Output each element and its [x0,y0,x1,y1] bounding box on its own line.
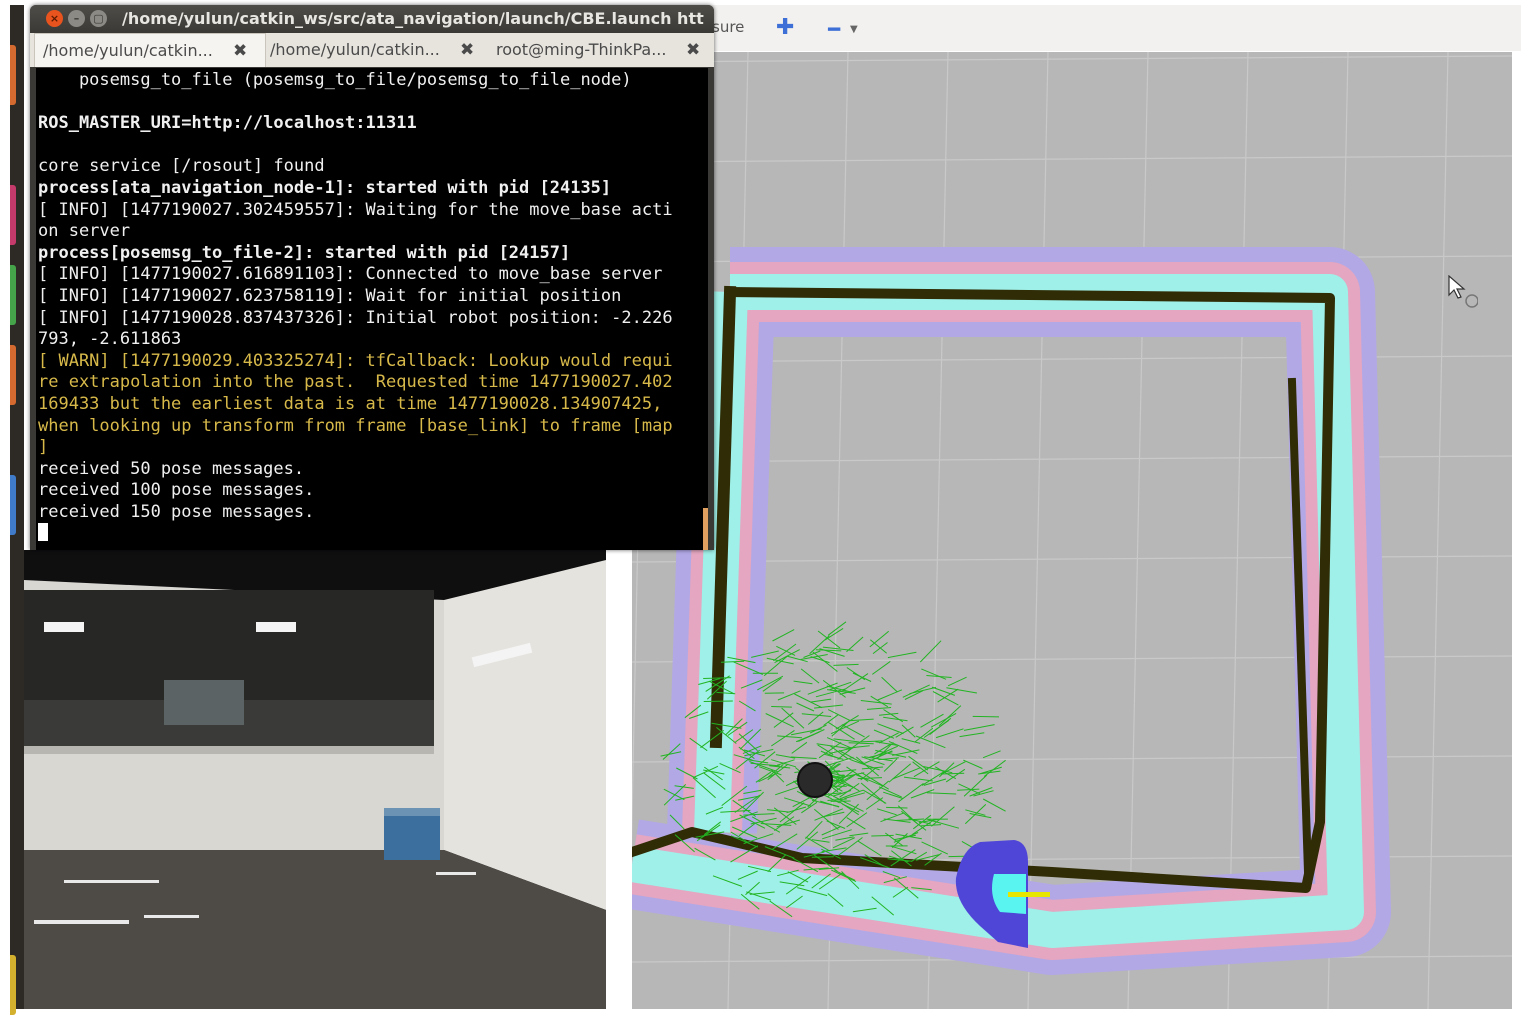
plus-icon[interactable]: ✚ [776,15,794,40]
maximize-window-icon[interactable]: ▢ [90,10,107,27]
terminal-scrollbar[interactable] [703,508,708,550]
terminal-output[interactable]: posemsg_to_file (posemsg_to_file/posemsg… [36,68,708,550]
terminal-window: × – ▢ /home/yulun/catkin_ws/src/ata_navi… [30,5,714,550]
map-viewport[interactable] [632,52,1512,1009]
close-icon[interactable]: ✖ [233,34,247,68]
tab-label: /home/yulun/catkin... [270,40,440,59]
terminal-line: [ WARN] [1477190029.403325274]: tfCallba… [38,351,673,371]
terminal-line: on server [38,221,130,241]
tab-label: root@ming-ThinkPa... [496,40,666,59]
terminal-line: [ INFO] [1477190027.616891103]: Connecte… [38,264,662,284]
rviz-window: sure ✚ ━ ▼ [606,0,1521,1009]
minus-icon[interactable]: ━ [828,17,840,41]
terminal-line: ] [38,437,48,457]
text-cursor [38,523,48,541]
launcher-item[interactable] [10,265,16,325]
tab-label: /home/yulun/catkin... [43,41,213,60]
launcher-item[interactable] [10,45,16,105]
terminal-line: when looking up transform from frame [ba… [38,416,673,436]
launcher-bar [10,5,24,1009]
rviz-toolbar: sure ✚ ━ ▼ [606,5,1521,51]
terminal-titlebar: × – ▢ /home/yulun/catkin_ws/src/ata_navi… [30,5,714,33]
chevron-down-icon[interactable]: ▼ [850,24,858,35]
tab-terminal-1[interactable]: /home/yulun/catkin... ✖ [34,33,266,67]
terminal-line: ROS_MASTER_URI=http://localhost:11311 [38,113,417,133]
launcher-item[interactable] [10,475,16,535]
terminal-title: /home/yulun/catkin_ws/src/ata_navigation… [122,9,704,28]
terminal-line: posemsg_to_file (posemsg_to_file/posemsg… [38,70,632,90]
close-icon[interactable]: ✖ [460,33,474,67]
terminal-line: 169433 but the earliest data is at time … [38,394,662,414]
close-icon[interactable]: ✖ [686,33,700,67]
launcher-item[interactable] [10,185,16,245]
close-window-icon[interactable]: × [46,10,63,27]
terminal-line: 793, -2.611863 [38,329,181,349]
camera-feed [24,550,606,1009]
terminal-line: [ INFO] [1477190027.623758119]: Wait for… [38,286,621,306]
costmap-render [632,52,1512,1009]
terminal-line: process[posemsg_to_file-2]: started with… [38,243,570,263]
terminal-text: posemsg_to_file (posemsg_to_file/posemsg… [36,68,708,545]
terminal-line: received 50 pose messages. [38,459,304,479]
terminal-line: [ INFO] [1477190028.837437326]: Initial … [38,308,673,328]
camera-image [24,550,606,1009]
terminal-line: process[ata_navigation_node-1]: started … [38,178,611,198]
tab-terminal-3[interactable]: root@ming-ThinkPa... ✖ [496,33,708,67]
tab-terminal-2[interactable]: /home/yulun/catkin... ✖ [270,33,480,67]
terminal-tab-bar: /home/yulun/catkin... ✖ /home/yulun/catk… [30,33,714,67]
robot-marker [798,763,832,797]
terminal-line: core service [/rosout] found [38,156,325,176]
terminal-line: [ INFO] [1477190027.302459557]: Waiting … [38,200,673,220]
mouse-cursor-icon [1448,275,1478,311]
measure-tool-label[interactable]: sure [712,18,744,36]
minimize-window-icon[interactable]: – [68,10,85,27]
launcher-item[interactable] [10,955,16,1015]
terminal-line: received 100 pose messages. [38,480,314,500]
terminal-line: re extrapolation into the past. Requeste… [38,372,673,392]
terminal-line: received 150 pose messages. [38,502,314,522]
launcher-item[interactable] [10,345,16,405]
